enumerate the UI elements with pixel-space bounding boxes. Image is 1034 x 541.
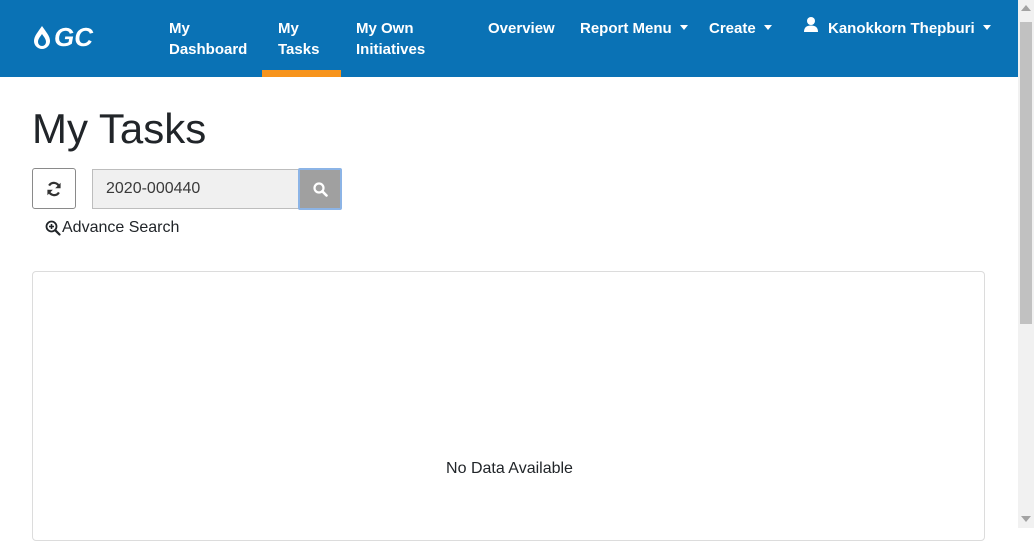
active-tab-indicator xyxy=(262,70,341,77)
user-name: Kanokkorn Thepburi xyxy=(828,20,975,37)
top-navbar: GC My Dashboard My Tasks My Own Initiati… xyxy=(0,0,1018,77)
search-input[interactable] xyxy=(92,169,299,209)
nav-my-dashboard-line2: Dashboard xyxy=(169,41,248,58)
nav-my-tasks[interactable]: My Tasks xyxy=(278,18,319,60)
page-title: My Tasks xyxy=(32,105,207,152)
nav-my-own-initiatives[interactable]: My Own Initiatives xyxy=(356,18,425,60)
nav-my-own-initiatives-line1: My Own xyxy=(356,20,414,37)
nav-my-dashboard-line1: My xyxy=(169,20,190,37)
nav-my-tasks-line1: My xyxy=(278,20,299,37)
caret-down-icon xyxy=(679,24,688,30)
advance-search-label: Advance Search xyxy=(62,219,180,236)
nav-report-menu-dropdown[interactable]: Report Menu xyxy=(580,18,688,39)
search-icon xyxy=(312,181,328,197)
caret-down-icon xyxy=(763,24,772,30)
advance-search-link[interactable]: Advance Search xyxy=(45,218,179,238)
nav-overview-label: Overview xyxy=(488,20,555,37)
refresh-icon xyxy=(47,181,61,196)
nav-overview[interactable]: Overview xyxy=(488,18,555,39)
scrollbar-thumb[interactable] xyxy=(1020,22,1032,324)
nav-create-dropdown[interactable]: Create xyxy=(709,18,772,39)
refresh-button[interactable] xyxy=(32,168,76,209)
nav-my-tasks-line2: Tasks xyxy=(278,41,320,58)
empty-state-message: No Data Available xyxy=(446,460,573,477)
caret-down-icon xyxy=(982,24,991,30)
svg-text:GC: GC xyxy=(54,22,94,50)
user-icon xyxy=(804,16,818,38)
search-button[interactable] xyxy=(298,168,342,210)
scroll-down-arrow-icon[interactable] xyxy=(1021,516,1031,522)
nav-create-label: Create xyxy=(709,20,756,37)
gc-logo-icon: GC xyxy=(34,22,94,52)
gc-logo[interactable]: GC xyxy=(32,22,116,52)
nav-my-dashboard[interactable]: My Dashboard xyxy=(169,18,247,60)
zoom-plus-icon xyxy=(45,220,61,236)
nav-my-own-initiatives-line2: Initiatives xyxy=(356,41,426,58)
results-panel: No Data Available xyxy=(32,271,985,541)
nav-user-dropdown[interactable]: Kanokkorn Thepburi xyxy=(804,16,991,40)
scroll-up-arrow-icon[interactable] xyxy=(1021,5,1031,11)
nav-report-menu-label: Report Menu xyxy=(580,20,672,37)
